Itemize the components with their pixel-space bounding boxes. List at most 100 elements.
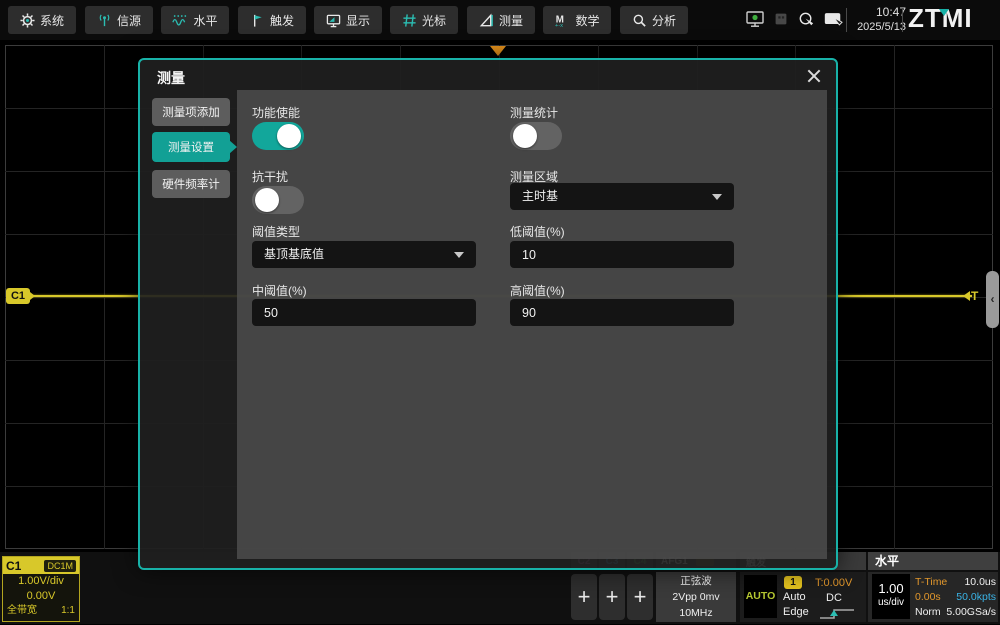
measurement-statistics-toggle[interactable] [510, 122, 562, 150]
time-display: 10:47 [850, 5, 906, 20]
channel1-panel[interactable]: C1 DC1M 1.00V/div 0.00V 全带宽 1:1 [2, 556, 80, 622]
left-arrow-icon [963, 291, 970, 301]
trigger-level-value: T:0.00V [815, 577, 852, 589]
math-icon: M+-x [554, 13, 570, 28]
menu-analysis[interactable]: 分析 [620, 6, 688, 34]
sidebar-item-add-measurement[interactable]: 测量项添加 [152, 98, 230, 126]
rising-edge-icon [818, 607, 856, 625]
menu-display-label: 显示 [346, 12, 370, 29]
lan-icon[interactable] [745, 9, 765, 34]
threshold-type-value: 基顶基底值 [264, 247, 324, 261]
trigger-type: Edge [783, 606, 809, 618]
chevron-down-icon [712, 194, 722, 200]
high-threshold-label: 高阈值(%) [510, 282, 565, 299]
trigger-sweep-mode: Auto [783, 591, 806, 603]
add-channel4-button[interactable]: + [627, 574, 653, 620]
measure-triangle-icon [479, 13, 494, 28]
add-channel3-button[interactable]: + [599, 574, 625, 620]
trigger-level-label: T [971, 289, 978, 303]
menu-source[interactable]: 信源 [85, 6, 153, 34]
menu-trigger[interactable]: 触发 [238, 6, 306, 34]
horizontal-panel[interactable]: 1.00 us/div T-Time 10.0us 0.00s 50.0kpts… [868, 572, 998, 622]
anti-interference-toggle[interactable] [252, 186, 304, 214]
menu-system[interactable]: 系统 [8, 6, 76, 34]
logo-triangle-icon [939, 9, 949, 16]
toggle-knob [255, 188, 279, 212]
menu-math[interactable]: M+-x 数学 [543, 6, 611, 34]
menu-source-label: 信源 [117, 12, 141, 29]
side-panel-handle[interactable]: ‹ [986, 271, 999, 328]
acquisition-mode: Norm [915, 606, 941, 621]
gesture-icon[interactable] [823, 10, 843, 34]
channel1-header: C1 DC1M [3, 557, 79, 574]
menu-trigger-label: 触发 [270, 12, 294, 29]
menu-measure-label: 测量 [499, 12, 523, 29]
clock: 10:47 2025/5/13 [850, 5, 906, 35]
antenna-icon [97, 13, 112, 28]
toggle-knob [277, 124, 301, 148]
timebase-scale-box: 1.00 us/div [872, 574, 910, 619]
menu-display[interactable]: 显示 [314, 6, 382, 34]
flag-icon [250, 13, 265, 28]
separator [846, 8, 847, 32]
brand-logo-text: ZTMI [908, 3, 973, 33]
high-threshold-input[interactable] [510, 299, 734, 326]
measurement-region-value: 主时基 [522, 189, 558, 203]
status-icon-group [745, 9, 843, 34]
sidebar-item-hardware-counter[interactable]: 硬件频率计 [152, 170, 230, 198]
sidebar-item-measurement-settings[interactable]: 测量设置 [152, 132, 230, 162]
svg-text:+-x: +-x [555, 23, 563, 28]
trigger-source-badge: 1 [784, 576, 802, 589]
trigger-level-marker[interactable]: T [963, 289, 978, 303]
timebase-scale-unit: us/div [872, 597, 910, 609]
afg1-panel[interactable]: 正弦波 2Vpp 0mv 10MHz [656, 572, 736, 622]
cursor-grid-icon [402, 13, 417, 28]
trigger-panel[interactable]: AUTO 1 Auto Edge T:0.00V DC [740, 572, 866, 622]
menu-math-label: 数学 [575, 12, 599, 29]
trigger-coupling: DC [826, 592, 842, 604]
chevron-down-icon [454, 252, 464, 258]
touch-icon[interactable] [797, 10, 816, 34]
trigger-position-marker[interactable] [490, 46, 506, 56]
separator [902, 8, 903, 32]
mid-threshold-input[interactable] [252, 299, 476, 326]
low-threshold-input[interactable] [510, 241, 734, 268]
tab-horizontal[interactable]: 水平 [868, 552, 998, 570]
brand-logo: ZTMI [908, 3, 998, 34]
channel1-bandwidth: 全带宽 [7, 604, 37, 618]
channel1-probe-ratio: 1:1 [61, 604, 75, 618]
threshold-type-dropdown[interactable]: 基顶基底值 [252, 241, 476, 268]
anti-interference-label: 抗干扰 [252, 168, 288, 185]
mid-threshold-label: 中阈值(%) [252, 282, 307, 299]
horizontal-position: 0.00s [915, 591, 941, 606]
sample-rate: 5.00GSa/s [946, 606, 996, 621]
sine-wave-icon [172, 13, 188, 28]
horizontal-tab-label: 水平 [875, 554, 899, 568]
top-menu-bar: 系统 信源 水平 触发 显示 光标 测量 M+-x 数学 分析 10:47 [0, 0, 1000, 40]
t-time-value: 10.0us [964, 576, 996, 591]
channel1-offset: 0.00V [3, 589, 79, 604]
afg1-amplitude: 2Vpp 0mv [656, 589, 736, 605]
measurement-statistics-label: 测量统计 [510, 104, 558, 121]
measurement-region-dropdown[interactable]: 主时基 [510, 183, 734, 210]
menu-measure[interactable]: 测量 [467, 6, 535, 34]
add-channel2-button[interactable]: + [571, 574, 597, 620]
close-icon[interactable] [804, 66, 824, 86]
function-enable-toggle[interactable] [252, 122, 304, 150]
timebase-scale-value: 1.00 [872, 580, 910, 597]
afg1-waveform-type: 正弦波 [656, 573, 736, 589]
menu-analysis-label: 分析 [652, 12, 676, 29]
c1-position-marker[interactable]: C1 [6, 288, 30, 304]
menu-cursor[interactable]: 光标 [390, 6, 458, 34]
usb-icon[interactable] [772, 10, 790, 33]
measurement-settings-panel: 功能使能 测量统计 抗干扰 测量区域 主时基 阈值类型 基顶基底值 低阈值(%)… [237, 90, 827, 559]
magnifier-icon [632, 13, 647, 28]
menu-system-label: 系统 [40, 12, 64, 29]
afg1-frequency: 10MHz [656, 605, 736, 621]
memory-depth: 50.0kpts [956, 591, 996, 606]
menu-horizontal-label: 水平 [193, 12, 217, 29]
threshold-type-label: 阈值类型 [252, 223, 300, 240]
channel1-coupling-badge: DC1M [44, 560, 76, 572]
gear-icon [20, 13, 35, 28]
menu-horizontal[interactable]: 水平 [161, 6, 229, 34]
